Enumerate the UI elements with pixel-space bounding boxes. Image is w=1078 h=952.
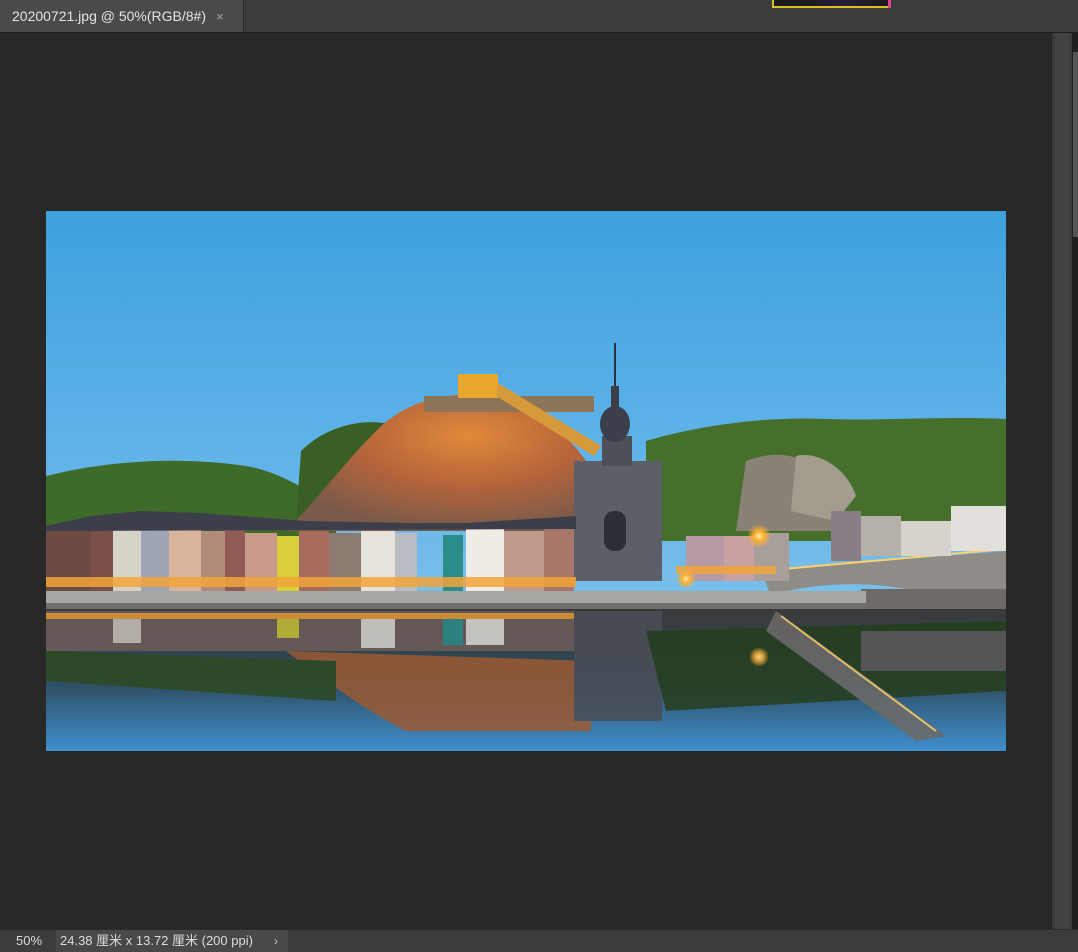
chevron-right-icon[interactable]: › [274,930,278,952]
document-tab-strip: 20200721.jpg @ 50%(RGB/8#) × [0,0,1078,33]
document-image[interactable] [46,211,1006,751]
landscape-photo-icon [46,211,1006,751]
close-icon[interactable]: × [216,9,224,24]
document-info: 24.38 厘米 x 13.72 厘米 (200 ppi) [56,930,288,952]
document-tab[interactable]: 20200721.jpg @ 50%(RGB/8#) × [0,0,244,32]
status-bar: 50% 24.38 厘米 x 13.72 厘米 (200 ppi) › [0,929,1078,952]
document-tab-title[interactable]: 20200721.jpg @ 50%(RGB/8#) [12,8,206,24]
thumbnail-preview [772,0,891,8]
scrollbar-thumb[interactable] [1055,33,1069,929]
vertical-scrollbar[interactable] [1052,33,1072,929]
panel-scroll-thumb[interactable] [1073,52,1078,237]
zoom-level[interactable]: 50% [0,930,56,952]
